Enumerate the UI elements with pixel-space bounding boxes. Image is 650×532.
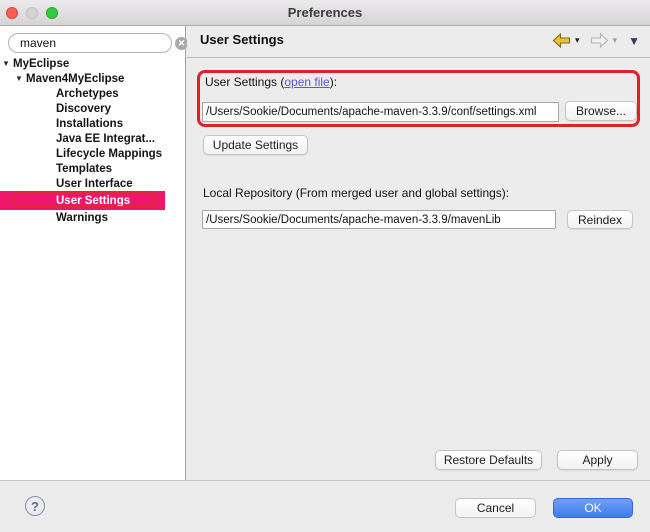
tree-item-label: MyEclipse (13, 58, 69, 70)
title-bar: Preferences (0, 0, 650, 26)
tree-item-label: User Interface (56, 178, 133, 190)
settings-path-field[interactable] (202, 102, 559, 122)
search-input[interactable] (20, 36, 175, 50)
window-title: Preferences (0, 5, 650, 20)
apply-button[interactable]: Apply (557, 450, 638, 470)
update-settings-button[interactable]: Update Settings (203, 135, 308, 155)
tree-item-label: Templates (56, 163, 112, 175)
disclosure-triangle-icon[interactable]: ▼ (2, 59, 13, 68)
view-menu-icon[interactable]: ▼ (628, 34, 640, 48)
page-navigation: ▾ ▾ ▼ (552, 33, 640, 48)
local-repository-label: Local Repository (From merged user and g… (203, 186, 509, 200)
user-settings-panel: User Settings ▾ ▾ ▼ User Settings (open … (187, 26, 650, 480)
ok-button[interactable]: OK (553, 498, 633, 518)
label-text: ): (330, 75, 337, 89)
tree-item-user-settings[interactable]: User Settings (0, 191, 165, 210)
tree-item-label: Lifecycle Mappings (56, 148, 162, 160)
tree-item-label: Archetypes (56, 88, 119, 100)
back-menu-caret-icon[interactable]: ▾ (575, 35, 580, 46)
dialog-footer: ? Cancel OK (0, 480, 650, 532)
tree-item-maven4myeclipse[interactable]: ▼ Maven4MyEclipse (0, 71, 184, 86)
tree-item-java-ee-integration[interactable]: Java EE Integrat... (0, 131, 184, 146)
cancel-button[interactable]: Cancel (455, 498, 536, 518)
user-settings-label: User Settings (open file): (205, 75, 337, 89)
tree-item-label: Maven4MyEclipse (26, 73, 124, 85)
page-title: User Settings (200, 32, 284, 47)
local-repository-field[interactable] (202, 210, 556, 229)
tree-item-templates[interactable]: Templates (0, 161, 184, 176)
preferences-tree: ▼ MyEclipse ▼ Maven4MyEclipse Archetypes… (0, 56, 184, 225)
tree-item-label: Java EE Integrat... (56, 133, 155, 145)
tree-item-label: Installations (56, 118, 123, 130)
tree-item-installations[interactable]: Installations (0, 116, 184, 131)
disclosure-triangle-icon[interactable]: ▼ (15, 74, 26, 83)
browse-button[interactable]: Browse... (565, 101, 637, 121)
restore-defaults-button[interactable]: Restore Defaults (435, 450, 542, 470)
tree-item-warnings[interactable]: Warnings (0, 210, 184, 225)
back-icon[interactable] (552, 33, 571, 48)
tree-item-archetypes[interactable]: Archetypes (0, 86, 184, 101)
tree-item-discovery[interactable]: Discovery (0, 101, 184, 116)
tree-item-lifecycle-mappings[interactable]: Lifecycle Mappings (0, 146, 184, 161)
help-icon[interactable]: ? (25, 496, 45, 516)
tree-item-myeclipse[interactable]: ▼ MyEclipse (0, 56, 184, 71)
tree-item-label: User Settings (56, 195, 130, 207)
forward-icon (590, 33, 609, 48)
header-divider (187, 57, 650, 58)
forward-menu-caret-icon: ▾ (613, 35, 618, 46)
open-file-link[interactable]: open file (284, 75, 329, 89)
tree-item-user-interface[interactable]: User Interface (0, 176, 184, 191)
tree-item-label: Warnings (56, 212, 108, 224)
label-text: User Settings ( (205, 75, 284, 89)
reindex-button[interactable]: Reindex (567, 210, 633, 229)
preferences-sidebar: ✕ ▼ MyEclipse ▼ Maven4MyEclipse Archetyp… (0, 26, 186, 480)
tree-item-label: Discovery (56, 103, 111, 115)
filter-search-box[interactable]: ✕ (8, 33, 172, 53)
